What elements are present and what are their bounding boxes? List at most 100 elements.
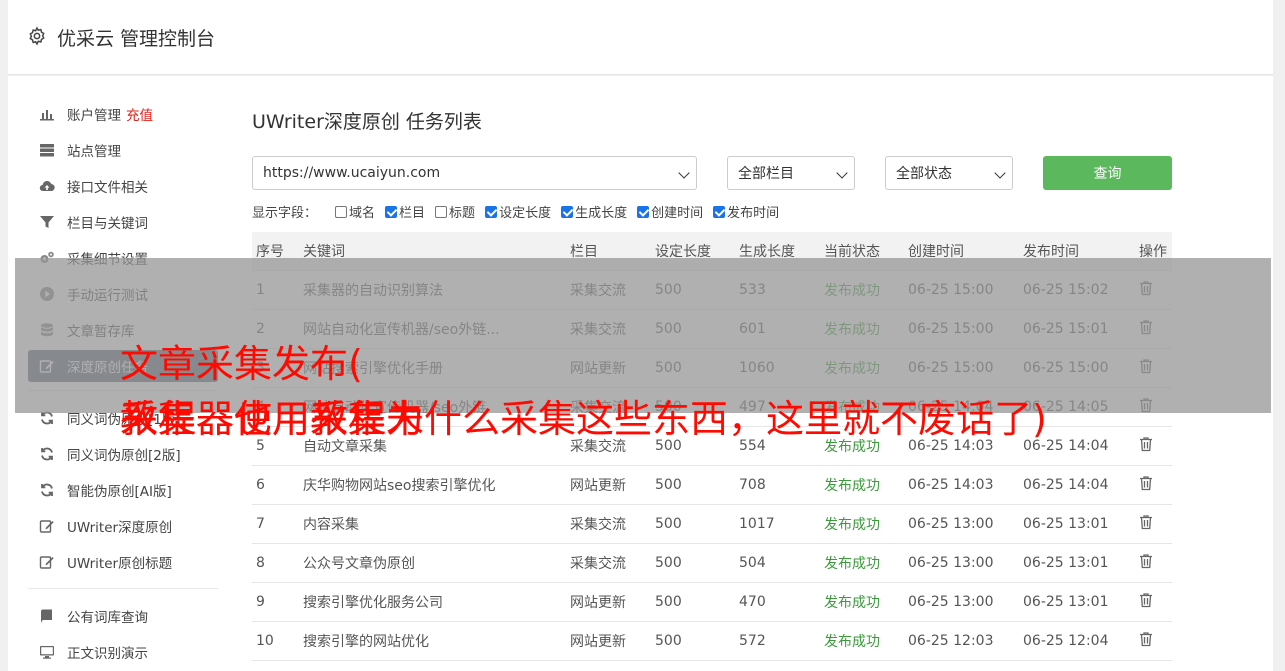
checkbox-box[interactable]: [637, 205, 650, 218]
checkbox-box[interactable]: [435, 205, 448, 218]
chevron-down-icon: [678, 167, 690, 179]
row-keyword: 庆华购物网站seo搜索引擎优化: [299, 465, 566, 505]
row-column: 采集交流: [566, 504, 651, 544]
row-actions: [1135, 582, 1172, 622]
row-column: 网站更新: [566, 621, 651, 661]
row-actions: [1135, 426, 1172, 466]
checkbox-label: 发布时间: [727, 206, 780, 221]
table-row: 10 搜索引擎的网站优化 网站更新 500 572 发布成功 06-25 12:03 06-2…: [252, 621, 1172, 661]
edit-icon: [38, 553, 56, 571]
row-status: 发布成功: [820, 582, 904, 622]
row-status: 发布成功: [820, 621, 904, 661]
chevron-down-icon: [836, 167, 848, 179]
sidebar-item-label: 接口文件相关: [67, 180, 148, 196]
recharge-link[interactable]: 充值: [126, 104, 153, 124]
row-published: 06-25 12:04: [1019, 621, 1135, 661]
column-select[interactable]: 全部栏目: [727, 156, 855, 190]
field-checkbox-0[interactable]: 域名: [335, 202, 375, 221]
row-created: 06-25 13:00: [904, 504, 1019, 544]
row-index: 7: [252, 504, 299, 544]
row-status: 发布成功: [820, 543, 904, 583]
sidebar-item-label: 账户管理: [67, 108, 121, 124]
book-icon: [38, 607, 56, 625]
checkbox-box[interactable]: [485, 205, 498, 218]
row-column: 网站更新: [566, 465, 651, 505]
filter-icon: [38, 213, 56, 231]
checkbox-label: 标题: [449, 206, 476, 221]
refresh-icon: [38, 445, 56, 463]
bar-chart-icon: [38, 105, 56, 123]
sidebar-item-group2-3[interactable]: UWriter深度原创: [28, 508, 218, 544]
row-actions: [1135, 543, 1172, 583]
row-gen-length: 1017: [735, 504, 820, 544]
row-set-length: 500: [651, 621, 735, 661]
row-actions: [1135, 621, 1172, 661]
sidebar-item-group3-0[interactable]: 公有词库查询: [28, 598, 218, 634]
row-set-length: 500: [651, 465, 735, 505]
row-index: 9: [252, 582, 299, 622]
row-set-length: 500: [651, 504, 735, 544]
sidebar-item-group2-4[interactable]: UWriter原创标题: [28, 544, 218, 580]
trash-icon[interactable]: [1139, 436, 1153, 452]
trash-icon[interactable]: [1139, 475, 1153, 491]
field-checkbox-4[interactable]: 生成长度: [561, 202, 627, 221]
row-keyword: 公众号文章伪原创: [299, 543, 566, 583]
row-keyword: 搜索引擎的网站优化: [299, 621, 566, 661]
overlay-text-line1: 文章采集发布(: [120, 342, 363, 386]
checkbox-box[interactable]: [713, 205, 726, 218]
gear-icon: [29, 26, 45, 46]
sidebar-item-group3-1[interactable]: 正文识别演示: [28, 634, 218, 670]
sidebar-item-label: 正文识别演示: [67, 646, 148, 662]
sidebar-item-label: 站点管理: [67, 144, 121, 160]
sidebar-item-group2-2[interactable]: 智能伪原创[AI版]: [28, 472, 218, 508]
sidebar-item-group2-1[interactable]: 同义词伪原创[2版]: [28, 436, 218, 472]
sidebar-item-label: UWriter原创标题: [67, 556, 173, 572]
row-created: 06-25 13:00: [904, 582, 1019, 622]
sidebar-item-group1-2[interactable]: 接口文件相关: [28, 168, 218, 204]
query-button[interactable]: 查询: [1043, 156, 1172, 190]
trash-icon[interactable]: [1139, 592, 1153, 608]
status-select[interactable]: 全部状态: [885, 156, 1013, 190]
row-published: 06-25 13:01: [1019, 582, 1135, 622]
app-title: 优采云 管理控制台: [57, 28, 216, 50]
trash-icon[interactable]: [1139, 514, 1153, 530]
overlay-text-line2b: 采集器也用采集为什么采集这些东西，这里就不废话了): [120, 397, 1047, 441]
field-checkbox-1[interactable]: 栏目: [385, 202, 425, 221]
trash-icon[interactable]: [1139, 553, 1153, 569]
server-icon: [38, 141, 56, 159]
checkbox-label: 生成长度: [575, 206, 628, 221]
sidebar-item-group1-1[interactable]: 站点管理: [28, 132, 218, 168]
field-checkbox-6[interactable]: 发布时间: [713, 202, 779, 221]
checkbox-label: 创建时间: [651, 206, 704, 221]
row-index: 6: [252, 465, 299, 505]
row-status: 发布成功: [820, 465, 904, 505]
field-checkbox-5[interactable]: 创建时间: [637, 202, 703, 221]
row-gen-length: 708: [735, 465, 820, 505]
field-checkbox-2[interactable]: 标题: [435, 202, 475, 221]
sidebar-item-group1-3[interactable]: 栏目与关键词: [28, 204, 218, 240]
fields-label: 显示字段：: [252, 206, 318, 221]
sidebar-item-label: 智能伪原创[AI版]: [67, 484, 172, 500]
field-checkbox-3[interactable]: 设定长度: [485, 202, 551, 221]
row-set-length: 500: [651, 582, 735, 622]
row-created: 06-25 14:03: [904, 465, 1019, 505]
table-row: 9 搜索引擎优化服务公司 网站更新 500 470 发布成功 06-25 13:00 06-2…: [252, 582, 1172, 622]
row-status: 发布成功: [820, 504, 904, 544]
sidebar-item-label: 栏目与关键词: [67, 216, 148, 232]
row-actions: [1135, 504, 1172, 544]
checkbox-box[interactable]: [335, 205, 348, 218]
row-keyword: 搜索引擎优化服务公司: [299, 582, 566, 622]
trash-icon[interactable]: [1139, 631, 1153, 647]
row-published: 06-25 14:04: [1019, 465, 1135, 505]
display-fields: 显示字段： 域名 栏目 标题 设定长度 生成长度 创建时间 发布时间: [252, 202, 789, 221]
row-actions: [1135, 465, 1172, 505]
sidebar-item-label: UWriter深度原创: [67, 520, 173, 536]
checkbox-box[interactable]: [561, 205, 574, 218]
checkbox-box[interactable]: [385, 205, 398, 218]
sidebar-item-group1-0[interactable]: 账户管理 充值: [28, 96, 218, 132]
row-column: 网站更新: [566, 582, 651, 622]
chevron-down-icon: [994, 167, 1006, 179]
site-select[interactable]: https://www.ucaiyun.com: [252, 156, 697, 190]
overlay-band: [15, 258, 1271, 413]
refresh-icon: [38, 481, 56, 499]
